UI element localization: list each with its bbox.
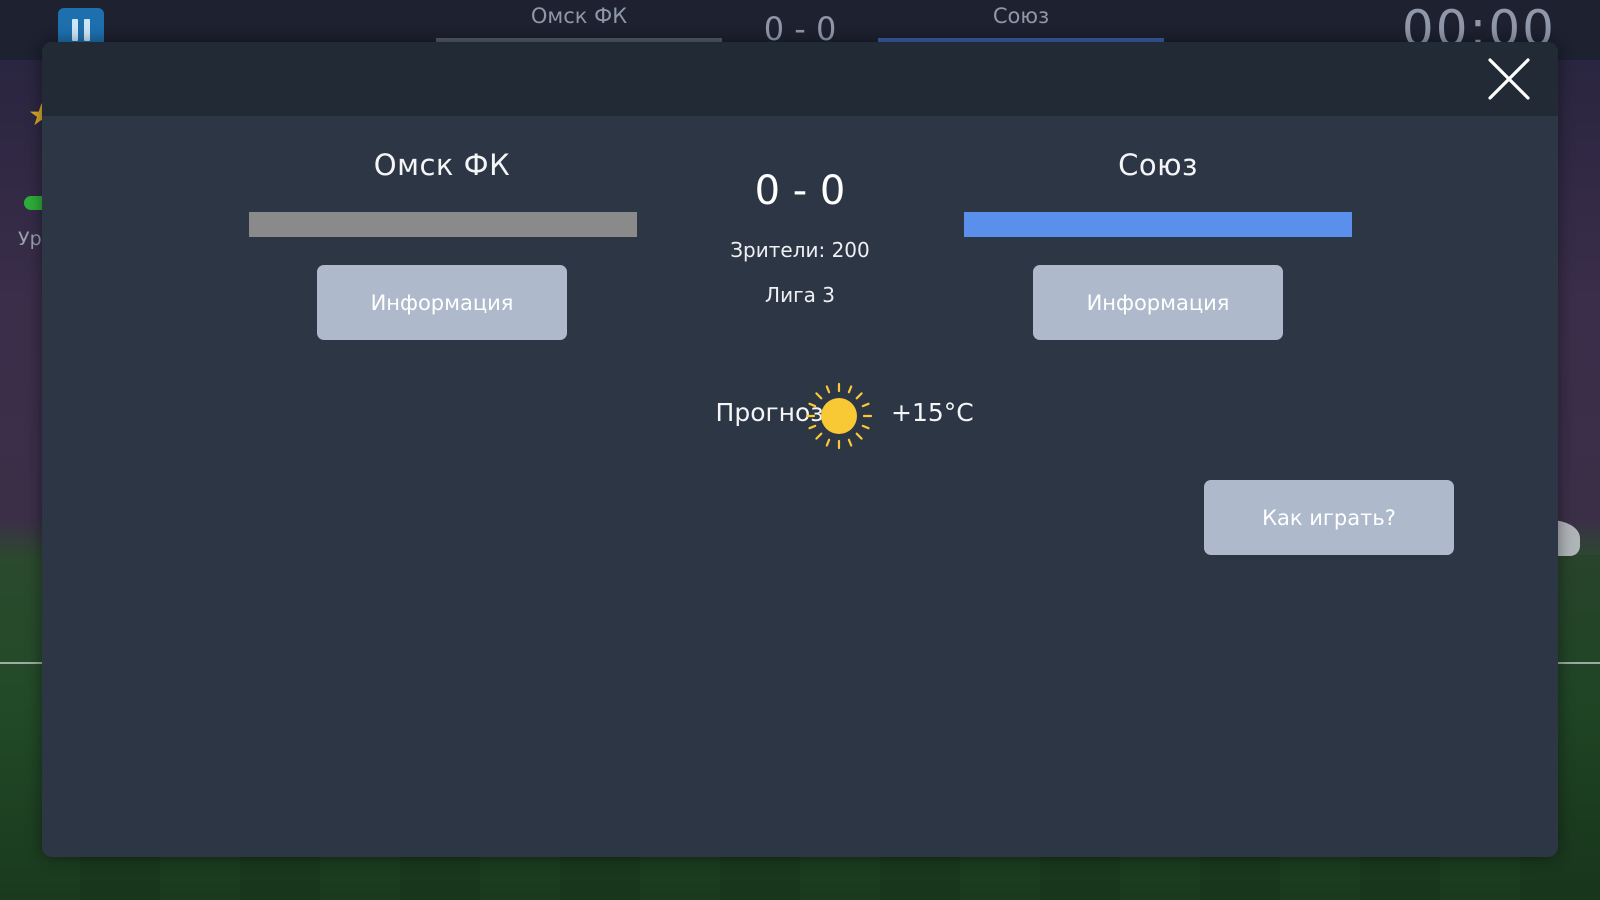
how-to-play-button[interactable]: Как играть? (1204, 480, 1454, 555)
home-team-name: Омск ФК (373, 148, 511, 182)
pause-icon (72, 19, 78, 41)
away-info-button[interactable]: Информация (1033, 265, 1283, 340)
hud-away-team: Союз (992, 4, 1050, 28)
home-team-color-bar (249, 212, 637, 237)
away-team-name: Союз (1118, 148, 1198, 182)
hud-home-team: Омск ФК (530, 4, 628, 28)
forecast-label: Прогноз: (715, 398, 832, 427)
match-info-modal: Омск ФК Информация 0 - 0 Зрители: 200 Ли… (42, 42, 1558, 857)
spectators-count: Зрители: 200 (730, 238, 870, 262)
away-team-color-bar (964, 212, 1352, 237)
home-info-button[interactable]: Информация (317, 265, 567, 340)
level-label: Ур (18, 228, 42, 250)
match-score: 0 - 0 (754, 168, 846, 214)
sun-icon (804, 381, 874, 451)
forecast-temperature: +15°C (891, 398, 974, 427)
league-label: Лига 3 (765, 283, 835, 307)
modal-header (42, 42, 1558, 116)
close-button[interactable] (1486, 56, 1532, 102)
close-icon (1488, 58, 1530, 100)
